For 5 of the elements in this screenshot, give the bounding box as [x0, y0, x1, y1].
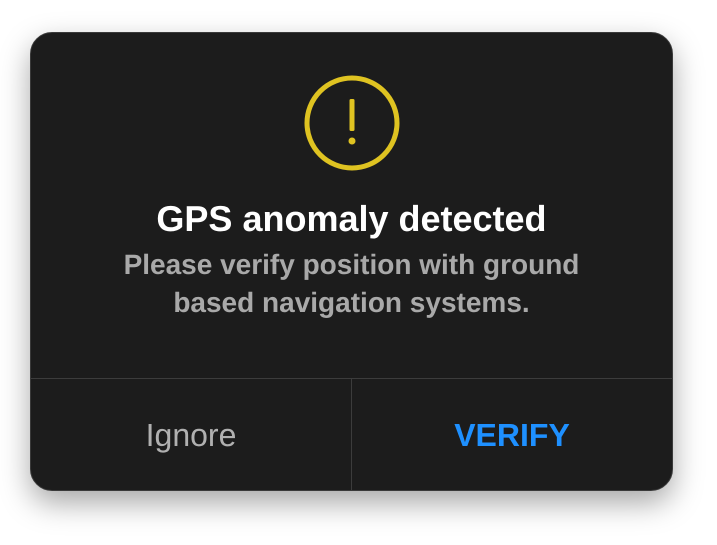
ignore-button[interactable]: Ignore	[31, 379, 351, 490]
dialog-message: Please verify position with ground based navigation systems.	[122, 248, 580, 320]
verify-button[interactable]: VERIFY	[351, 379, 672, 490]
warning-icon	[304, 75, 400, 171]
dialog-title: GPS anomaly detected	[156, 197, 547, 240]
